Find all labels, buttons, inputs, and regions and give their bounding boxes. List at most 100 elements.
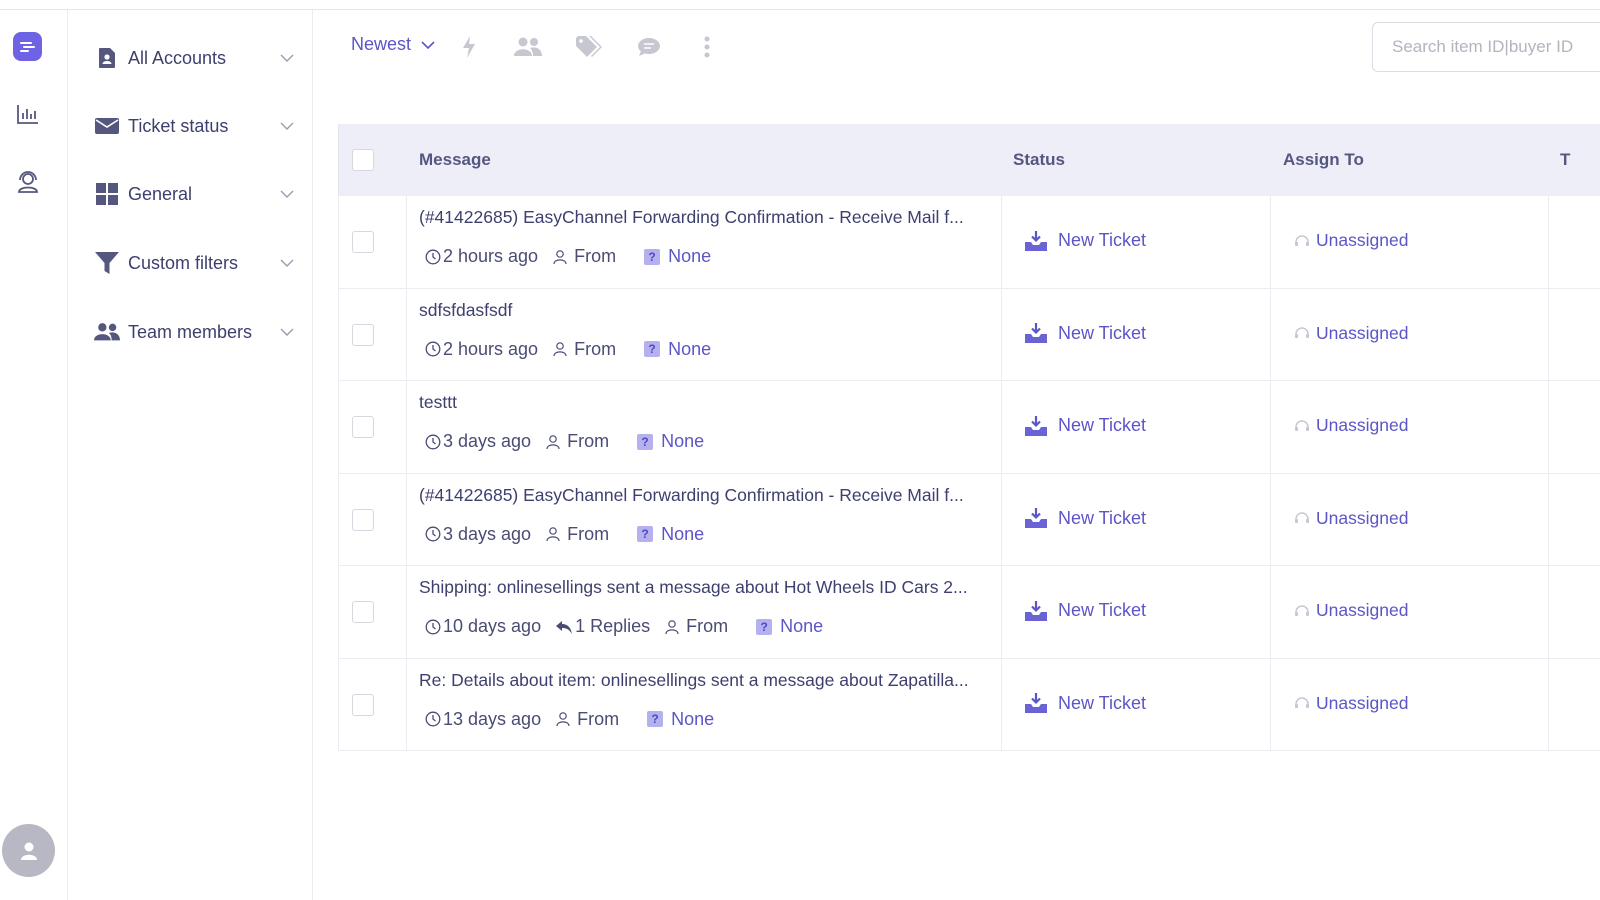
tag-none[interactable]: ? None <box>637 431 704 452</box>
tag-none[interactable]: ? None <box>647 709 714 730</box>
assignee-selector[interactable]: Unassigned <box>1294 600 1408 621</box>
row-checkbox[interactable] <box>352 508 374 531</box>
sidebar-item-label: Custom filters <box>128 252 239 273</box>
filter-sidebar: All Accounts Ticket status General Custo… <box>68 10 313 900</box>
column-header-assign-to[interactable]: Assign To <box>1283 150 1364 170</box>
chart-icon[interactable] <box>16 102 40 126</box>
assignee-label: Unassigned <box>1316 507 1409 528</box>
from-meta: From <box>552 339 616 360</box>
row-checkbox[interactable] <box>352 601 374 623</box>
from-label: From <box>577 708 620 729</box>
table-row[interactable]: sdfsfdasfsdf 2 hours ago From ? None New Tick… <box>338 288 1600 381</box>
message-title[interactable]: sdfsfdasfsdf <box>419 300 512 321</box>
time-ago: 10 days ago <box>443 616 542 636</box>
status-badge[interactable]: New Ticket <box>1025 600 1146 621</box>
table-row[interactable]: (#41422685) EasyChannel Forwarding Confi… <box>338 196 1600 289</box>
from-meta: From <box>545 431 609 452</box>
status-label: New Ticket <box>1058 230 1147 250</box>
assignee-label: Unassigned <box>1316 692 1409 713</box>
toolbar: Newest <box>313 10 1600 85</box>
tag-none[interactable]: ? None <box>644 246 711 267</box>
status-badge[interactable]: New Ticket <box>1025 230 1146 251</box>
question-icon: ? <box>637 433 654 450</box>
user-avatar-icon[interactable] <box>2 824 55 877</box>
cell-divider <box>1001 566 1002 658</box>
users-icon[interactable] <box>514 34 542 60</box>
message-title[interactable]: testtt <box>419 392 457 413</box>
assignee-selector[interactable]: Unassigned <box>1294 508 1408 529</box>
status-badge[interactable]: New Ticket <box>1025 415 1146 436</box>
assignee-selector[interactable]: Unassigned <box>1294 693 1408 714</box>
time-meta: 2 hours ago <box>425 246 538 267</box>
tag-none[interactable]: ? None <box>756 616 823 637</box>
menu-icon[interactable] <box>13 32 42 61</box>
headset-icon <box>1294 327 1316 339</box>
message-title[interactable]: (#41422685) EasyChannel Forwarding Confi… <box>419 207 964 228</box>
select-all-checkbox[interactable] <box>352 149 374 171</box>
status-badge[interactable]: New Ticket <box>1025 508 1146 529</box>
row-checkbox[interactable] <box>352 323 374 346</box>
sort-dropdown[interactable]: Newest <box>351 34 435 55</box>
assignee-selector[interactable]: Unassigned <box>1294 323 1408 344</box>
assignee-selector[interactable]: Unassigned <box>1294 230 1408 251</box>
tag-none[interactable]: ? None <box>644 339 711 360</box>
time-ago: 2 hours ago <box>443 338 539 359</box>
sidebar-item-general[interactable]: General <box>94 177 294 211</box>
cell-divider <box>406 196 407 288</box>
headset-icon <box>1294 512 1316 524</box>
column-header-status[interactable]: Status <box>1013 150 1065 170</box>
cell-divider <box>1270 566 1271 658</box>
cell-divider <box>1001 658 1002 750</box>
person-icon <box>552 341 570 357</box>
inbox-download-icon <box>1025 415 1058 436</box>
assignee-selector[interactable]: Unassigned <box>1294 415 1408 436</box>
time-ago: 3 days ago <box>443 523 532 544</box>
row-checkbox[interactable] <box>352 693 374 716</box>
column-header-next[interactable]: T <box>1560 150 1570 170</box>
clock-icon <box>425 619 443 635</box>
message-meta: 3 days ago From? None <box>425 431 704 452</box>
status-badge[interactable]: New Ticket <box>1025 693 1146 714</box>
from-label: From <box>686 616 729 636</box>
from-label: From <box>567 523 610 544</box>
message-meta: 2 hours ago From ? None <box>425 246 711 267</box>
cell-divider <box>1001 473 1002 565</box>
sidebar-item-team-members[interactable]: Team members <box>94 315 294 349</box>
from-meta: From <box>545 524 609 545</box>
search-input[interactable] <box>1372 22 1600 72</box>
question-icon: ? <box>644 248 661 265</box>
table-row[interactable]: (#41422685) EasyChannel Forwarding Confi… <box>338 473 1600 566</box>
icon-rail <box>0 10 68 900</box>
message-title[interactable]: Re: Details about item: onlinesellings s… <box>419 670 969 691</box>
table-row[interactable]: testtt 3 days ago From? None New Ticket Unass… <box>338 381 1600 474</box>
sidebar-item-label: Team members <box>128 321 253 342</box>
sidebar-item-custom-filters[interactable]: Custom filters <box>94 246 294 280</box>
support-icon[interactable] <box>16 170 40 194</box>
question-icon: ? <box>756 618 773 635</box>
row-checkbox[interactable] <box>352 231 374 253</box>
message-title[interactable]: Shipping: onlinesellings sent a message … <box>419 577 968 598</box>
row-checkbox[interactable] <box>352 416 374 438</box>
assignee-label: Unassigned <box>1316 600 1409 620</box>
cell-divider <box>1548 381 1549 473</box>
from-label: From <box>574 246 617 266</box>
message-title[interactable]: (#41422685) EasyChannel Forwarding Confi… <box>419 485 964 506</box>
tag-icon[interactable] <box>576 34 604 60</box>
bolt-icon[interactable] <box>455 34 483 60</box>
tag-none[interactable]: ? None <box>637 524 704 545</box>
more-vertical-icon[interactable] <box>693 34 721 60</box>
status-badge[interactable]: New Ticket <box>1025 323 1146 344</box>
chevron-down-icon <box>280 256 294 270</box>
comment-icon[interactable] <box>635 34 663 60</box>
column-header-message[interactable]: Message <box>419 150 491 170</box>
status-label: New Ticket <box>1058 415 1147 435</box>
table-row[interactable]: Shipping: onlinesellings sent a message … <box>338 566 1600 659</box>
inbox-download-icon <box>1025 508 1058 528</box>
from-meta: From <box>555 709 619 730</box>
cell-divider <box>406 658 407 750</box>
sidebar-item-ticket-status[interactable]: Ticket status <box>94 109 294 143</box>
document-user-icon <box>94 46 120 70</box>
table-row[interactable]: Re: Details about item: onlinesellings s… <box>338 658 1600 751</box>
table-body: (#41422685) EasyChannel Forwarding Confi… <box>338 196 1600 751</box>
sidebar-item-all-accounts[interactable]: All Accounts <box>94 41 294 75</box>
